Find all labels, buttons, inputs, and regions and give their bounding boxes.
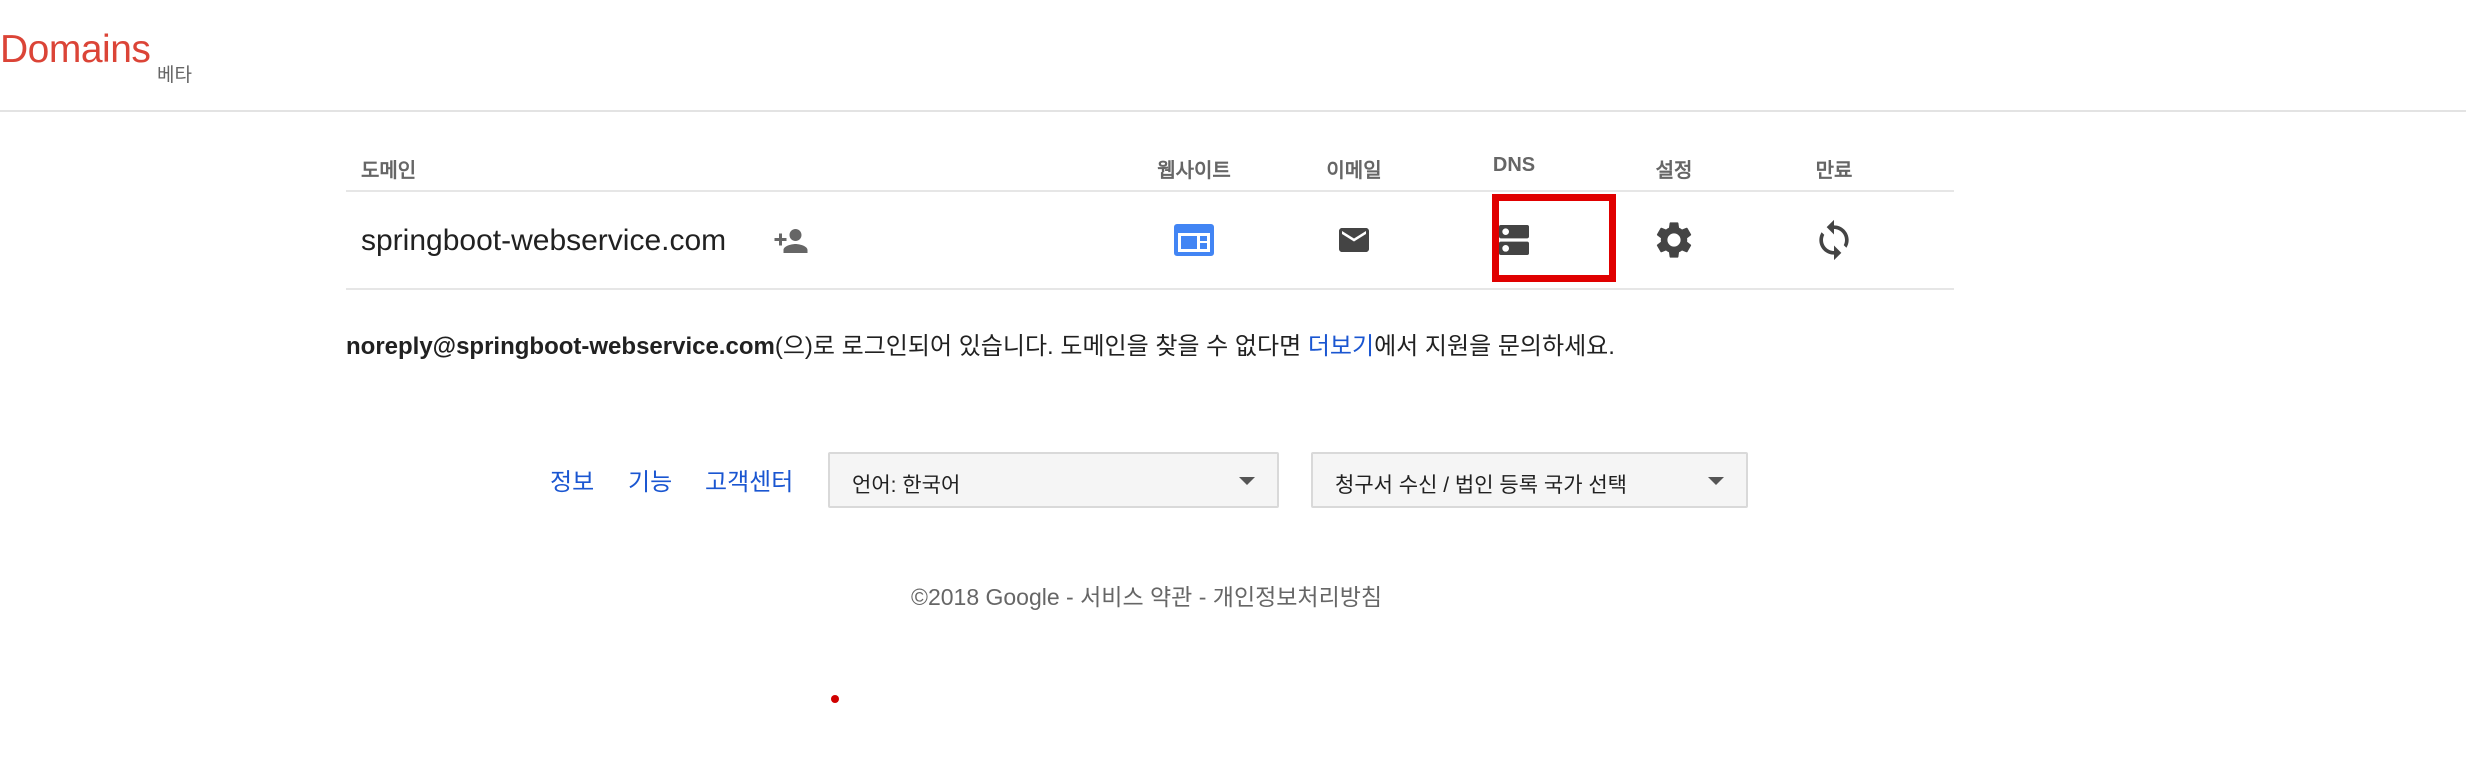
terms-link[interactable]: 서비스 약관 (1080, 584, 1192, 610)
cursor-dot (831, 695, 839, 703)
dropdown-arrow-icon (1708, 477, 1724, 485)
header-dns: DNS (1492, 154, 1536, 176)
footer-link-about[interactable]: 정보 (550, 462, 594, 497)
language-select-value: 언어: 한국어 (852, 474, 961, 497)
beta-label: 베타 (157, 65, 192, 86)
renew-icon (1819, 219, 1849, 261)
notice-text-1: (으)로 로그인되어 있습니다. 도메인을 찾을 수 없다면 (774, 333, 1308, 360)
copyright-text: ©2018 Google (911, 584, 1060, 610)
share-user-icon[interactable] (770, 223, 812, 259)
domain-table: 도메인 웹사이트 이메일 DNS 설정 만료 springboot-webser… (346, 140, 1954, 290)
header-domain: 도메인 (361, 160, 417, 182)
website-button[interactable] (1134, 198, 1254, 282)
dropdown-arrow-icon (1239, 477, 1255, 485)
renew-button[interactable] (1774, 198, 1894, 282)
account-email: noreply@springboot-webservice.com (346, 333, 775, 360)
settings-button[interactable] (1614, 198, 1734, 282)
country-select[interactable]: 청구서 수신 / 법인 등록 국가 선택 (1311, 452, 1748, 508)
gear-icon (1656, 222, 1692, 258)
header-settings: 설정 (1655, 160, 1693, 182)
domains-logo[interactable]: Domains (0, 28, 151, 72)
table-row[interactable]: springboot-webservice.com (346, 192, 1954, 290)
header-website: 웹사이트 (1157, 160, 1231, 182)
email-button[interactable] (1294, 198, 1414, 282)
header-email: 이메일 (1326, 160, 1382, 182)
separator: - (1192, 584, 1213, 610)
website-icon (1174, 224, 1214, 256)
login-notice: noreply@springboot-webservice.com(으)로 로그… (346, 326, 1615, 361)
notice-text-2: 에서 지원을 문의하세요. (1374, 333, 1615, 360)
copyright-line: ©2018 Google - 서비스 약관 - 개인정보처리방침 (911, 578, 1382, 612)
email-icon (1339, 228, 1369, 252)
country-select-value: 청구서 수신 / 법인 등록 국가 선택 (1335, 474, 1628, 497)
separator: - (1059, 584, 1081, 610)
header-expiry: 만료 (1815, 160, 1853, 182)
more-link[interactable]: 더보기 (1308, 333, 1374, 360)
dns-highlight-box (1492, 194, 1616, 282)
domain-name-link[interactable]: springboot-webservice.com (361, 224, 726, 258)
footer-link-features[interactable]: 기능 (628, 462, 672, 497)
table-header: 도메인 웹사이트 이메일 DNS 설정 만료 (346, 140, 1954, 192)
footer-link-support[interactable]: 고객센터 (705, 462, 793, 497)
language-select[interactable]: 언어: 한국어 (828, 452, 1279, 508)
privacy-link[interactable]: 개인정보처리방침 (1213, 584, 1382, 610)
top-header: Domains 베타 (0, 0, 2466, 112)
